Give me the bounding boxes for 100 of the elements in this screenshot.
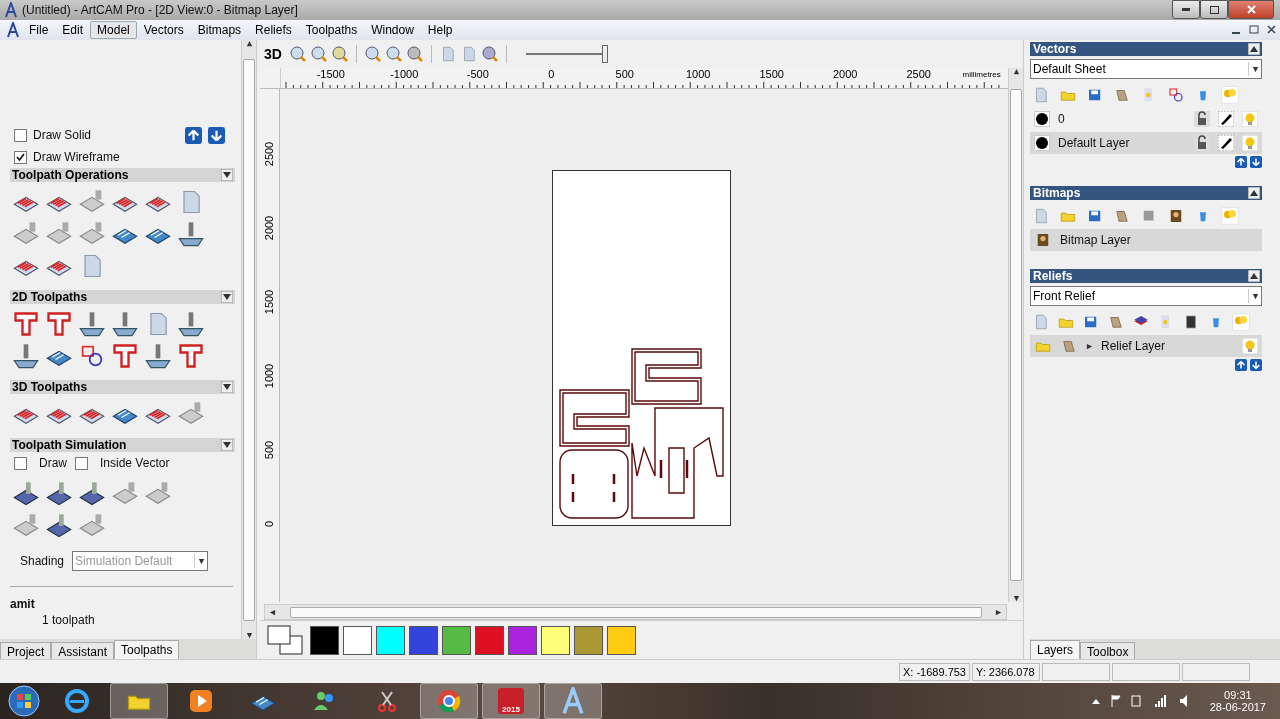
tool-bit-icon[interactable] [78, 310, 106, 338]
tool-bit-icon[interactable] [177, 220, 205, 248]
checkbox[interactable] [14, 150, 27, 164]
color-swatch[interactable] [376, 625, 405, 655]
machining-block-icon[interactable] [12, 480, 40, 508]
menu-item[interactable]: Help [420, 21, 460, 39]
menu-item[interactable]: Window [364, 21, 421, 39]
shapes-icon[interactable] [1167, 86, 1185, 104]
collapse-icon[interactable] [1248, 270, 1260, 282]
menu-item[interactable]: File [22, 21, 56, 39]
t-shape-icon[interactable] [177, 342, 205, 370]
collapse-icon[interactable] [1248, 43, 1260, 55]
menu-item[interactable]: Toolpaths [298, 21, 365, 39]
left-arrow-icon[interactable] [269, 608, 276, 616]
color-swatch[interactable] [607, 625, 636, 655]
down-arrow-icon[interactable] [208, 126, 225, 144]
browser-e-icon[interactable] [64, 688, 90, 714]
collapse-icon[interactable] [1248, 187, 1260, 199]
toolpath-group[interactable]: amit [10, 597, 35, 611]
tool-bit-icon[interactable] [144, 342, 172, 370]
zoom-reset-icon[interactable] [330, 45, 349, 63]
down-arrow-icon[interactable] [245, 632, 253, 639]
vertical-scrollbar[interactable] [1008, 68, 1023, 602]
machining-block-icon[interactable] [45, 480, 73, 508]
zoom-slider[interactable] [525, 46, 606, 62]
right-arrow-icon[interactable] [995, 608, 1002, 616]
color-swatch[interactable] [442, 625, 471, 655]
checkbox[interactable] [14, 456, 27, 470]
expand-icon[interactable] [221, 291, 233, 303]
sheet-dropdown[interactable]: Default Sheet [1030, 59, 1262, 79]
down-arrow-icon[interactable] [1250, 359, 1262, 371]
checkbox[interactable] [14, 128, 27, 142]
color-swatch[interactable] [541, 625, 570, 655]
menu-item[interactable]: Bitmaps [190, 21, 249, 39]
zoom-box-icon[interactable] [384, 45, 403, 63]
layer-circle-icon[interactable] [1034, 135, 1050, 151]
down-arrow-icon[interactable] [1012, 595, 1020, 602]
panel-tab[interactable]: Project [0, 642, 52, 659]
menu-item[interactable]: Model [90, 21, 137, 39]
layer-row[interactable]: 0 [1030, 108, 1262, 130]
color-swatch[interactable] [409, 625, 438, 655]
caret-icon[interactable] [197, 557, 205, 565]
layer-row[interactable]: Bitmap Layer [1030, 229, 1262, 251]
checkbox[interactable] [75, 456, 88, 470]
vertical-scrollbar[interactable] [241, 40, 256, 639]
zoom-in-icon[interactable] [288, 45, 307, 63]
up-arrow-icon[interactable] [1235, 359, 1247, 371]
close-button[interactable] [1228, 0, 1274, 19]
toolpath-item[interactable]: 1 toolpath [42, 613, 95, 627]
panel-header[interactable]: Reliefs [1030, 269, 1262, 283]
layer-row[interactable]: Relief Layer [1030, 335, 1262, 357]
chrome-icon[interactable] [436, 688, 462, 714]
minimize-button[interactable] [1172, 0, 1200, 19]
expand-icon[interactable] [221, 439, 233, 451]
up-arrow-icon[interactable] [1235, 156, 1247, 168]
menu-item[interactable]: Vectors [136, 21, 191, 39]
light-bulb-icon[interactable] [1242, 111, 1258, 127]
t-shape-icon[interactable] [12, 310, 40, 338]
color-swatch[interactable] [508, 625, 537, 655]
panel-tab[interactable]: Layers [1030, 640, 1081, 659]
solidworks-icon[interactable]: 2015 [498, 688, 524, 714]
expand-arrow-icon[interactable] [1086, 342, 1093, 350]
caret-icon[interactable] [1251, 65, 1259, 73]
panel-header[interactable]: Vectors [1030, 42, 1262, 56]
color-swatch[interactable] [310, 625, 339, 655]
section-header[interactable]: Toolpath Simulation [10, 438, 235, 452]
3d-view-button[interactable]: 3D [264, 46, 282, 62]
section-header[interactable]: 2D Toolpaths [10, 290, 235, 304]
expand-icon[interactable] [221, 381, 233, 393]
zoom-out-icon[interactable] [309, 45, 328, 63]
eye-icon[interactable] [480, 45, 499, 63]
relief-dropdown[interactable]: Front Relief [1030, 286, 1262, 306]
color-swatch[interactable] [475, 625, 504, 655]
tool-bit-icon[interactable] [177, 310, 205, 338]
layer-circle-icon[interactable] [1034, 111, 1050, 127]
color-swatch[interactable] [574, 625, 603, 655]
menu-item[interactable]: Reliefs [248, 21, 299, 39]
caret-icon[interactable] [1251, 292, 1259, 300]
t-shape-icon[interactable] [45, 310, 73, 338]
up-arrow-icon[interactable] [245, 40, 253, 47]
horizontal-scrollbar[interactable] [264, 604, 1007, 620]
color-pair-icon[interactable] [266, 624, 306, 656]
media-player-icon[interactable] [188, 688, 214, 714]
light-bulb-icon[interactable] [1242, 135, 1258, 151]
layer-row[interactable]: Default Layer [1030, 132, 1262, 154]
color-swatch[interactable] [343, 625, 372, 655]
menu-item[interactable]: Edit [55, 21, 91, 39]
pen-icon[interactable] [1218, 111, 1234, 127]
zoom-fit-icon[interactable] [363, 45, 382, 63]
machining-block-icon[interactable] [45, 512, 73, 540]
panel-tab[interactable]: Assistant [51, 642, 115, 659]
up-arrow-icon[interactable] [185, 126, 202, 144]
panel-tab[interactable]: Toolbox [1080, 642, 1136, 659]
padlock-icon[interactable] [1194, 111, 1210, 127]
tool-bit-icon[interactable] [12, 342, 40, 370]
section-header[interactable]: Toolpath Operations [10, 168, 235, 182]
tool-bit-icon[interactable] [111, 310, 139, 338]
app-logo-icon[interactable] [560, 687, 586, 715]
section-header[interactable]: 3D Toolpaths [10, 380, 235, 394]
panel-tab[interactable]: Toolpaths [114, 640, 180, 659]
